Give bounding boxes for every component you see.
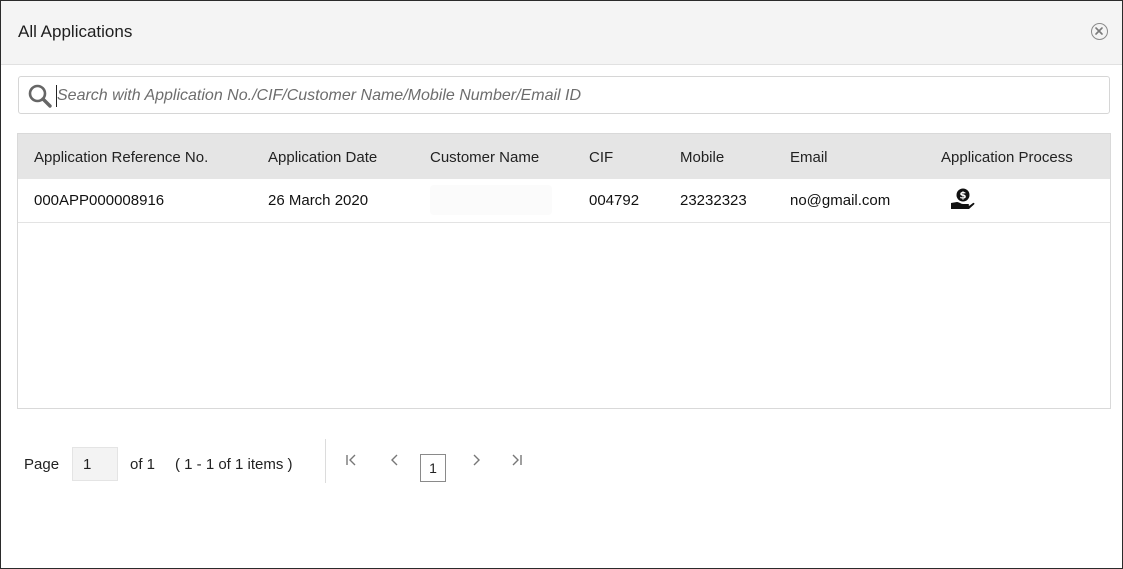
dialog-header: All Applications xyxy=(1,1,1122,65)
cell-mobile: 23232323 xyxy=(680,192,747,209)
search-icon xyxy=(27,83,53,114)
column-header-date[interactable]: Application Date xyxy=(268,149,377,166)
page-count-label: of 1 xyxy=(130,456,156,473)
close-icon[interactable] xyxy=(1091,23,1108,40)
table-header: Application Reference No. Application Da… xyxy=(18,134,1110,179)
prev-page-icon[interactable] xyxy=(386,453,404,473)
column-header-application-process[interactable]: Application Process xyxy=(941,149,1073,166)
first-page-icon[interactable] xyxy=(342,453,360,473)
page-button-1[interactable]: 1 xyxy=(420,454,446,482)
pager-divider xyxy=(325,439,326,483)
dialog-title: All Applications xyxy=(18,22,133,41)
cell-customer-name-redacted xyxy=(430,185,552,215)
svg-text:$: $ xyxy=(960,191,967,202)
page-label: Page xyxy=(24,456,60,473)
search-box[interactable] xyxy=(18,76,1110,114)
page-number-input[interactable]: 1 xyxy=(72,447,118,481)
cell-application-date: 26 March 2020 xyxy=(268,192,369,209)
search-input[interactable] xyxy=(57,84,1097,108)
cell-cif: 004792 xyxy=(589,192,640,209)
cell-reference-no: 000APP000008916 xyxy=(34,192,165,209)
all-applications-dialog: All Applications Application Reference N… xyxy=(0,0,1123,569)
hand-money-icon[interactable]: $ xyxy=(949,187,975,218)
applications-table: Application Reference No. Application Da… xyxy=(17,133,1111,409)
next-page-icon[interactable] xyxy=(467,453,485,473)
last-page-icon[interactable] xyxy=(508,453,526,473)
cell-email: no@gmail.com xyxy=(790,192,891,209)
column-header-cif[interactable]: CIF xyxy=(589,149,613,166)
text-cursor xyxy=(56,85,57,107)
items-summary: ( 1 - 1 of 1 items ) xyxy=(175,456,293,473)
column-header-reference-no[interactable]: Application Reference No. xyxy=(34,149,208,166)
pagination: Page 1 of 1 ( 1 - 1 of 1 items ) 1 xyxy=(1,439,601,489)
column-header-email[interactable]: Email xyxy=(790,149,828,166)
column-header-mobile[interactable]: Mobile xyxy=(680,149,724,166)
table-row[interactable]: 000APP000008916 26 March 2020 004792 232… xyxy=(18,179,1110,223)
column-header-customer-name[interactable]: Customer Name xyxy=(430,149,539,166)
